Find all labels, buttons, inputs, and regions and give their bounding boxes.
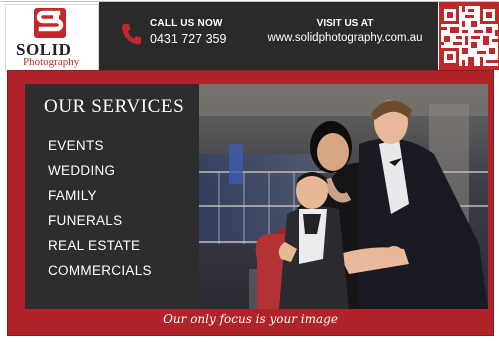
advertisement-card: SOLID Photography CALL US NOW 0431 727 3… (1, 1, 499, 338)
service-item-family: FAMILY (48, 188, 97, 203)
service-item-events: EVENTS (48, 138, 104, 153)
service-item-commercials: COMMERCIALS (48, 263, 152, 278)
tagline: Our only focus is your image (163, 312, 338, 326)
services-box: OUR SERVICES EVENTS WEDDING FAMILY FUNER… (25, 84, 199, 309)
services-list: EVENTS WEDDING FAMILY FUNERALS REAL ESTA… (48, 133, 152, 283)
service-item-real-estate: REAL ESTATE (48, 238, 141, 253)
call-label: CALL US NOW (150, 18, 223, 29)
family-photo (199, 84, 488, 309)
brand-subtitle: Photography (23, 56, 80, 68)
website-link[interactable]: www.solidphotography.com.au (257, 32, 433, 44)
service-item-funerals: FUNERALS (48, 213, 123, 228)
services-title: OUR SERVICES (44, 96, 185, 117)
phone-number-link[interactable]: 0431 727 359 (150, 32, 226, 46)
contact-bar: CALL US NOW 0431 727 359 VISIT US AT www… (99, 2, 438, 70)
family-photo-illustration (199, 84, 488, 309)
brand-logo: SOLID Photography (5, 4, 99, 72)
logo-mark-icon (34, 8, 66, 38)
services-panel: OUR SERVICES EVENTS WEDDING FAMILY FUNER… (7, 70, 494, 336)
service-item-wedding: WEDDING (48, 163, 116, 178)
qr-code-pattern (441, 6, 498, 66)
visit-label: VISIT US AT (316, 18, 374, 29)
qr-code[interactable] (439, 2, 499, 70)
phone-icon (122, 24, 141, 45)
